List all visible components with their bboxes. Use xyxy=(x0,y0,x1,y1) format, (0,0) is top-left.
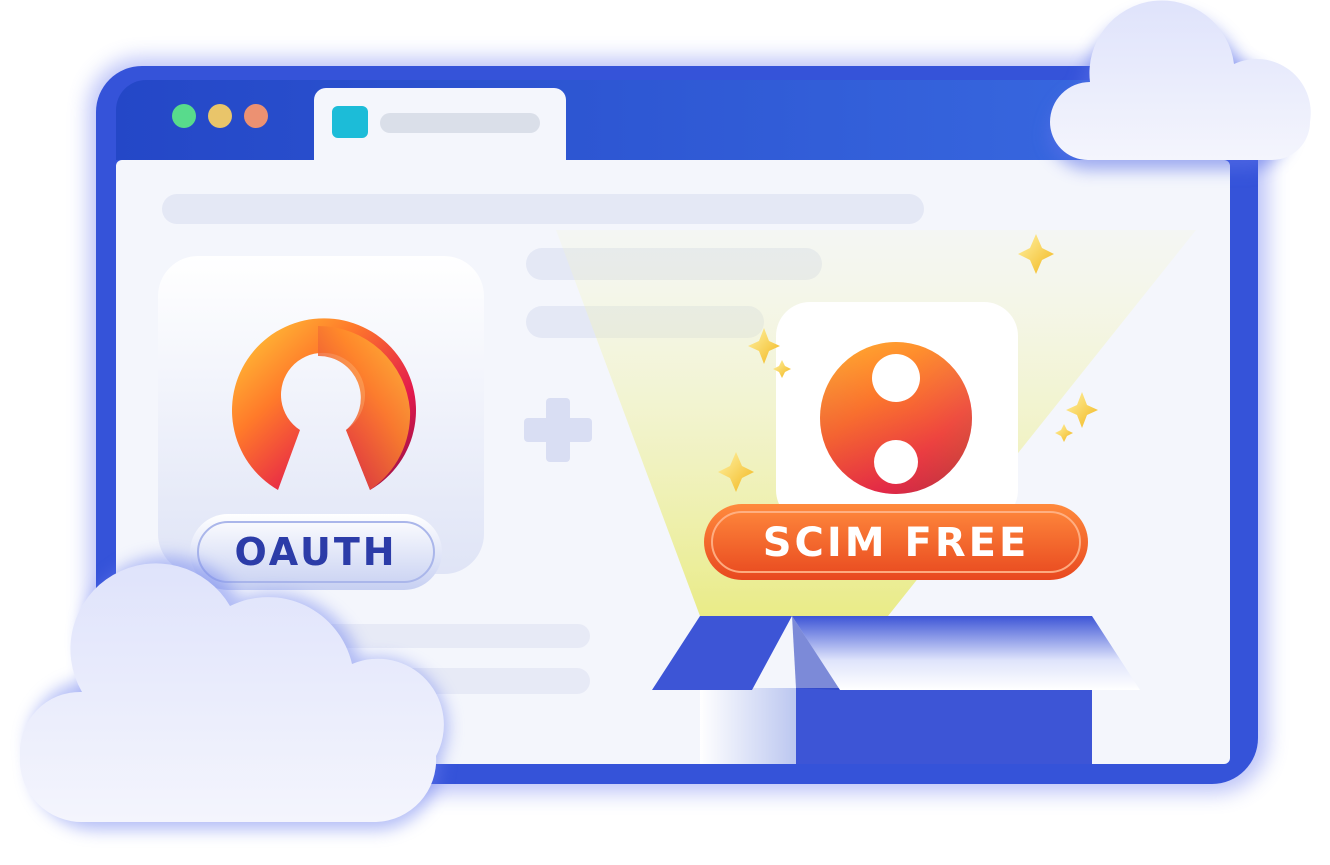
scim-free-label: SCIM FREE xyxy=(762,520,1030,566)
window-dot-maximize[interactable] xyxy=(244,104,268,128)
tab-title-placeholder xyxy=(380,113,540,133)
tab-favicon xyxy=(332,106,368,138)
figure-eight-logo-icon xyxy=(820,342,972,494)
open-box-icon xyxy=(652,616,1140,764)
content-placeholder-bar xyxy=(162,194,924,224)
window-dot-close[interactable] xyxy=(172,104,196,128)
window-dot-minimize[interactable] xyxy=(208,104,232,128)
illustration-canvas xyxy=(19,0,1311,831)
oauth-label: OAUTH xyxy=(234,530,398,574)
cloud-top-right xyxy=(1047,0,1311,171)
